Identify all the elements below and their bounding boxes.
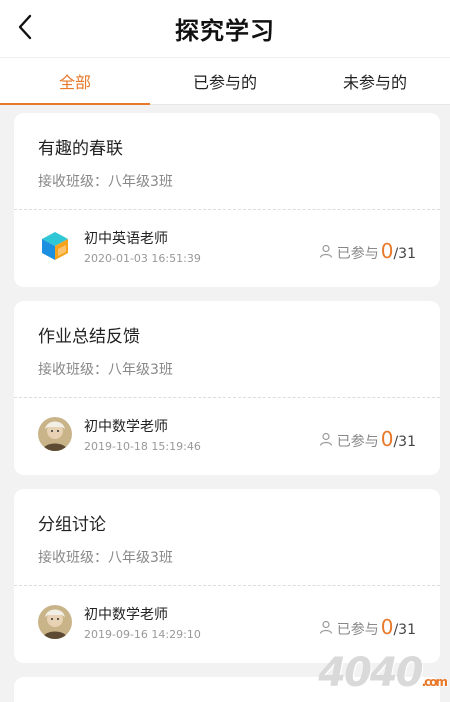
class-label: 接收班级：八年级3班 (38, 550, 173, 566)
participated-number: 0 (380, 615, 394, 639)
class-label: 接收班级：八年级3班 (38, 174, 173, 190)
back-arrow-icon[interactable] (14, 12, 38, 42)
tab-participated[interactable]: 已参与的 (150, 58, 300, 104)
teacher-name: 初中数学老师 (84, 419, 168, 435)
participated-label: 已参与 (336, 246, 379, 262)
participated-number: 0 (380, 427, 394, 451)
activity-title: 有趣的春联 (38, 139, 123, 159)
cube-logo-icon (42, 232, 68, 260)
class-label: 接收班级：八年级3班 (38, 362, 173, 378)
publish-date: 2019-09-16 14:29:10 (84, 628, 201, 641)
teacher-name: 初中英语老师 (84, 231, 168, 247)
teacher-name: 初中数学老师 (84, 607, 168, 623)
publish-date: 2019-10-18 15:19:46 (84, 440, 201, 453)
activity-card[interactable]: 分组讨论 接收班级：八年级3班 初中数学老师 2019-09-16 14:29:… (14, 489, 440, 663)
site-watermark: 4040.com (318, 650, 448, 696)
tab-not-participated[interactable]: 未参与的 (300, 58, 450, 104)
participation-count: 已参与 0 /31 (319, 239, 416, 263)
person-icon (319, 244, 332, 258)
participation-count: 已参与 0 /31 (319, 427, 416, 451)
teacher-avatar (38, 605, 72, 639)
activity-title: 作业总结反馈 (38, 327, 140, 347)
activity-card[interactable]: 有趣的春联 接收班级：八年级3班 初中英语老师 2020-01-03 16:51… (14, 113, 440, 287)
person-icon (319, 432, 332, 446)
participated-label: 已参与 (336, 434, 379, 450)
dashed-divider (14, 397, 440, 398)
activity-card[interactable]: 作业总结反馈 接收班级：八年级3班 初中数学老师 2019-10-18 15:1… (14, 301, 440, 475)
dashed-divider (14, 585, 440, 586)
top-bar: 探究学习 (0, 0, 450, 57)
person-icon (319, 620, 332, 634)
activity-title: 分组讨论 (38, 515, 106, 535)
participation-count: 已参与 0 /31 (319, 615, 416, 639)
watermark-text: 4040 (318, 650, 423, 696)
watermark-suffix: .com (421, 675, 448, 689)
total-number: /31 (393, 622, 416, 638)
tab-all[interactable]: 全部 (0, 58, 150, 105)
total-number: /31 (393, 434, 416, 450)
publish-date: 2020-01-03 16:51:39 (84, 252, 201, 265)
total-number: /31 (393, 246, 416, 262)
page-title: 探究学习 (175, 17, 275, 45)
participated-number: 0 (380, 239, 394, 263)
tab-bar: 全部 已参与的 未参与的 (0, 57, 450, 105)
participated-label: 已参与 (336, 622, 379, 638)
teacher-avatar (38, 417, 72, 451)
activity-list: 有趣的春联 接收班级：八年级3班 初中英语老师 2020-01-03 16:51… (14, 113, 440, 702)
dashed-divider (14, 209, 440, 210)
